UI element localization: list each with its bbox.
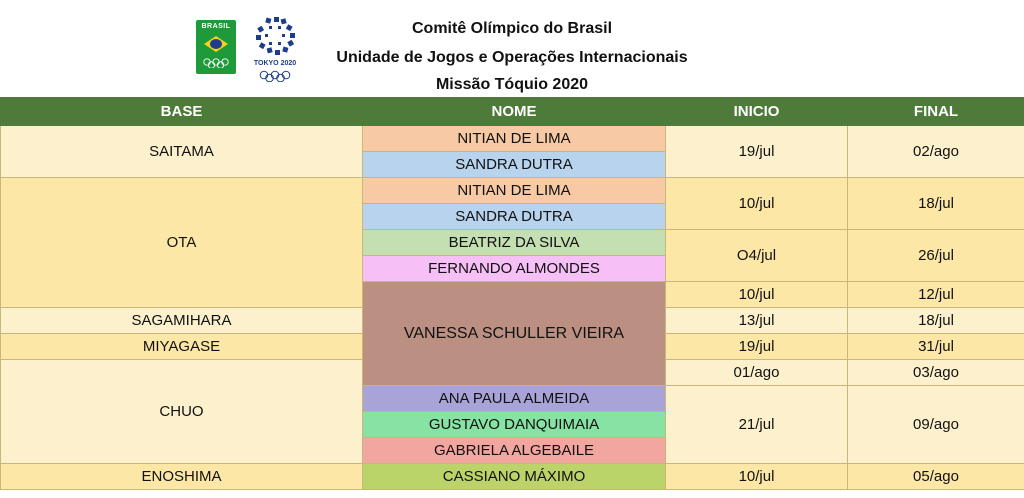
end-date-cell: 31/jul xyxy=(847,333,1024,360)
base-cell: OTA xyxy=(0,177,363,308)
name-cell: NITIAN DE LIMA xyxy=(362,125,666,152)
name-cell: SANDRA DUTRA xyxy=(362,151,666,178)
table-row: SAITAMA NITIAN DE LIMA 19/jul 02/ago xyxy=(0,125,1024,178)
start-date-cell: 10/jul xyxy=(665,281,848,308)
mission-schedule-table: BASE NOME INICIO FINAL SAITAMA NITIAN DE… xyxy=(0,97,1024,490)
table-header-row: BASE NOME INICIO FINAL xyxy=(0,97,1024,126)
document-header: BRASIL TOKYO 2020 Comitê Olímpico do Bra… xyxy=(0,0,1024,97)
table-row: ENOSHIMA CASSIANO MÁXIMO 10/jul 05/ago xyxy=(0,463,1024,490)
end-date-cell: 18/jul xyxy=(847,177,1024,230)
column-header-final: FINAL xyxy=(847,97,1024,126)
name-cell: BEATRIZ DA SILVA xyxy=(362,229,666,256)
column-header-nome: NOME xyxy=(362,97,666,126)
table-row: OTA NITIAN DE LIMA 10/jul 18/jul xyxy=(0,177,1024,308)
end-date-cell: 26/jul xyxy=(847,229,1024,282)
start-date-cell: 13/jul xyxy=(665,307,848,334)
name-cell: FERNANDO ALMONDES xyxy=(362,255,666,282)
end-date-cell: 12/jul xyxy=(847,281,1024,308)
name-cell: CASSIANO MÁXIMO xyxy=(362,463,666,490)
start-date-cell: O4/jul xyxy=(665,229,848,282)
name-cell: GUSTAVO DANQUIMAIA xyxy=(362,411,666,438)
column-header-base: BASE xyxy=(0,97,363,126)
start-date-cell: 19/jul xyxy=(665,333,848,360)
end-date-cell: 02/ago xyxy=(847,125,1024,178)
base-cell: SAITAMA xyxy=(0,125,363,178)
base-cell: MIYAGASE xyxy=(0,333,363,360)
column-header-inicio: INICIO xyxy=(665,97,848,126)
name-cell: SANDRA DUTRA xyxy=(362,203,666,230)
name-cell: GABRIELA ALGEBAILE xyxy=(362,437,666,464)
start-date-cell: 10/jul xyxy=(665,177,848,230)
name-cell: NITIAN DE LIMA xyxy=(362,177,666,204)
base-cell: CHUO xyxy=(0,359,363,464)
header-title-line-3: Missão Tóquio 2020 xyxy=(435,76,589,93)
start-date-cell: 19/jul xyxy=(665,125,848,178)
end-date-cell: 05/ago xyxy=(847,463,1024,490)
name-cell: ANA PAULA ALMEIDA xyxy=(362,385,666,412)
start-date-cell: 10/jul xyxy=(665,463,848,490)
end-date-cell: 09/ago xyxy=(847,385,1024,464)
header-title-line-2: Unidade de Jogos e Operações Internacion… xyxy=(336,49,688,66)
base-cell: ENOSHIMA xyxy=(0,463,363,490)
base-cell: SAGAMIHARA xyxy=(0,307,363,334)
start-date-cell: 01/ago xyxy=(665,359,848,386)
name-cell: VANESSA SCHULLER VIEIRA xyxy=(362,281,666,386)
header-title-line-1: Comitê Olímpico do Brasil xyxy=(411,20,613,37)
end-date-cell: 03/ago xyxy=(847,359,1024,386)
start-date-cell: 21/jul xyxy=(665,385,848,464)
end-date-cell: 18/jul xyxy=(847,307,1024,334)
